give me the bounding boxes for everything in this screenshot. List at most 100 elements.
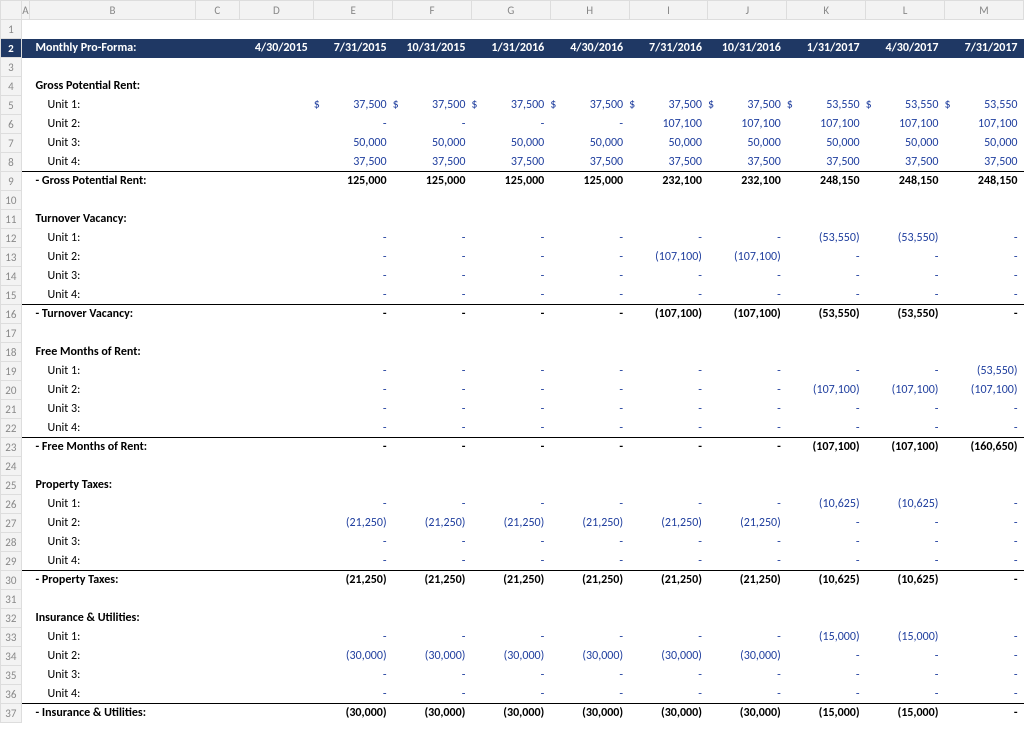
cell[interactable] bbox=[21, 704, 29, 723]
cell[interactable] bbox=[239, 628, 314, 647]
value-cell[interactable]: 53,550 bbox=[799, 96, 865, 115]
total-value[interactable]: (21,250) bbox=[563, 571, 629, 590]
value-cell[interactable]: - bbox=[720, 628, 786, 647]
col-header-F[interactable]: F bbox=[393, 1, 472, 20]
value-cell[interactable]: - bbox=[405, 248, 471, 267]
cell[interactable] bbox=[239, 419, 314, 438]
row-header[interactable]: 36 bbox=[1, 685, 22, 704]
value-cell[interactable]: - bbox=[563, 533, 629, 552]
total-value[interactable]: - bbox=[563, 305, 629, 324]
col-header-M[interactable]: M bbox=[944, 1, 1023, 20]
row-header[interactable]: 8 bbox=[1, 153, 22, 172]
value-cell[interactable]: - bbox=[484, 419, 550, 438]
value-cell[interactable]: 37,500 bbox=[720, 96, 786, 115]
total-value[interactable]: (30,000) bbox=[405, 704, 471, 723]
value-cell[interactable]: - bbox=[326, 552, 392, 571]
cell[interactable] bbox=[21, 381, 29, 400]
row-header[interactable]: 16 bbox=[1, 305, 22, 324]
cell[interactable] bbox=[239, 685, 314, 704]
row-header[interactable]: 11 bbox=[1, 210, 22, 229]
row-header[interactable]: 12 bbox=[1, 229, 22, 248]
total-value[interactable]: 248,150 bbox=[799, 172, 865, 191]
total-value[interactable]: (15,000) bbox=[878, 704, 944, 723]
value-cell[interactable]: - bbox=[642, 419, 708, 438]
value-cell[interactable]: - bbox=[563, 400, 629, 419]
value-cell[interactable]: - bbox=[563, 381, 629, 400]
value-cell[interactable]: (21,250) bbox=[405, 514, 471, 533]
value-cell[interactable]: (21,250) bbox=[326, 514, 392, 533]
value-cell[interactable]: (30,000) bbox=[720, 647, 786, 666]
col-header-C[interactable]: C bbox=[196, 1, 240, 20]
value-cell[interactable]: (53,550) bbox=[799, 229, 865, 248]
value-cell[interactable]: (107,100) bbox=[720, 248, 786, 267]
value-cell[interactable]: 37,500 bbox=[642, 153, 708, 172]
value-cell[interactable]: - bbox=[957, 552, 1024, 571]
total-value[interactable]: (30,000) bbox=[484, 704, 550, 723]
cell[interactable] bbox=[21, 210, 29, 229]
value-cell[interactable]: 50,000 bbox=[957, 134, 1024, 153]
value-cell[interactable]: - bbox=[326, 666, 392, 685]
row-header[interactable]: 5 bbox=[1, 96, 22, 115]
total-value[interactable]: (21,250) bbox=[405, 571, 471, 590]
col-header-A[interactable]: A bbox=[21, 1, 29, 20]
value-cell[interactable]: - bbox=[799, 362, 865, 381]
cell[interactable] bbox=[21, 39, 29, 58]
cell[interactable] bbox=[239, 362, 314, 381]
value-cell[interactable]: (30,000) bbox=[326, 647, 392, 666]
total-value[interactable]: - bbox=[484, 305, 550, 324]
value-cell[interactable]: 37,500 bbox=[326, 153, 392, 172]
row-header[interactable]: 26 bbox=[1, 495, 22, 514]
row-header[interactable]: 31 bbox=[1, 590, 22, 609]
total-value[interactable]: 248,150 bbox=[957, 172, 1024, 191]
cell[interactable] bbox=[239, 514, 314, 533]
value-cell[interactable]: - bbox=[642, 286, 708, 305]
value-cell[interactable]: 50,000 bbox=[563, 134, 629, 153]
cell[interactable] bbox=[21, 248, 29, 267]
total-value[interactable]: 232,100 bbox=[720, 172, 786, 191]
cell[interactable] bbox=[314, 476, 1024, 495]
value-cell[interactable]: - bbox=[326, 400, 392, 419]
value-cell[interactable]: 37,500 bbox=[405, 153, 471, 172]
value-cell[interactable]: - bbox=[405, 666, 471, 685]
value-cell[interactable]: - bbox=[642, 533, 708, 552]
row-header[interactable]: 20 bbox=[1, 381, 22, 400]
cell[interactable] bbox=[239, 381, 314, 400]
value-cell[interactable]: - bbox=[563, 552, 629, 571]
value-cell[interactable]: - bbox=[878, 533, 944, 552]
cell[interactable] bbox=[21, 438, 29, 457]
value-cell[interactable]: - bbox=[326, 533, 392, 552]
total-value[interactable]: (10,625) bbox=[799, 571, 865, 590]
value-cell[interactable]: - bbox=[484, 628, 550, 647]
value-cell[interactable]: - bbox=[405, 286, 471, 305]
value-cell[interactable]: - bbox=[720, 685, 786, 704]
cell[interactable] bbox=[21, 191, 1023, 210]
value-cell[interactable]: - bbox=[878, 286, 944, 305]
value-cell[interactable]: 37,500 bbox=[484, 153, 550, 172]
value-cell[interactable]: - bbox=[405, 115, 471, 134]
value-cell[interactable]: (30,000) bbox=[405, 647, 471, 666]
col-header-I[interactable]: I bbox=[629, 1, 708, 20]
total-value[interactable]: (10,625) bbox=[878, 571, 944, 590]
row-header[interactable]: 19 bbox=[1, 362, 22, 381]
value-cell[interactable]: - bbox=[957, 495, 1024, 514]
cell[interactable] bbox=[239, 495, 314, 514]
total-value[interactable]: - bbox=[326, 305, 392, 324]
total-value[interactable]: (21,250) bbox=[642, 571, 708, 590]
value-cell[interactable]: - bbox=[326, 381, 392, 400]
cell[interactable] bbox=[239, 229, 314, 248]
value-cell[interactable]: (53,550) bbox=[878, 229, 944, 248]
value-cell[interactable]: - bbox=[878, 666, 944, 685]
cell[interactable] bbox=[239, 134, 314, 153]
value-cell[interactable]: 37,500 bbox=[484, 96, 550, 115]
value-cell[interactable]: 37,500 bbox=[957, 153, 1024, 172]
value-cell[interactable]: - bbox=[957, 267, 1024, 286]
cell[interactable] bbox=[21, 533, 29, 552]
total-value[interactable]: (107,100) bbox=[878, 438, 944, 457]
row-header[interactable]: 25 bbox=[1, 476, 22, 495]
cell[interactable] bbox=[21, 495, 29, 514]
cell[interactable] bbox=[21, 134, 29, 153]
value-cell[interactable]: - bbox=[484, 362, 550, 381]
total-value[interactable]: - bbox=[642, 438, 708, 457]
cell[interactable] bbox=[239, 267, 314, 286]
value-cell[interactable]: 37,500 bbox=[563, 96, 629, 115]
